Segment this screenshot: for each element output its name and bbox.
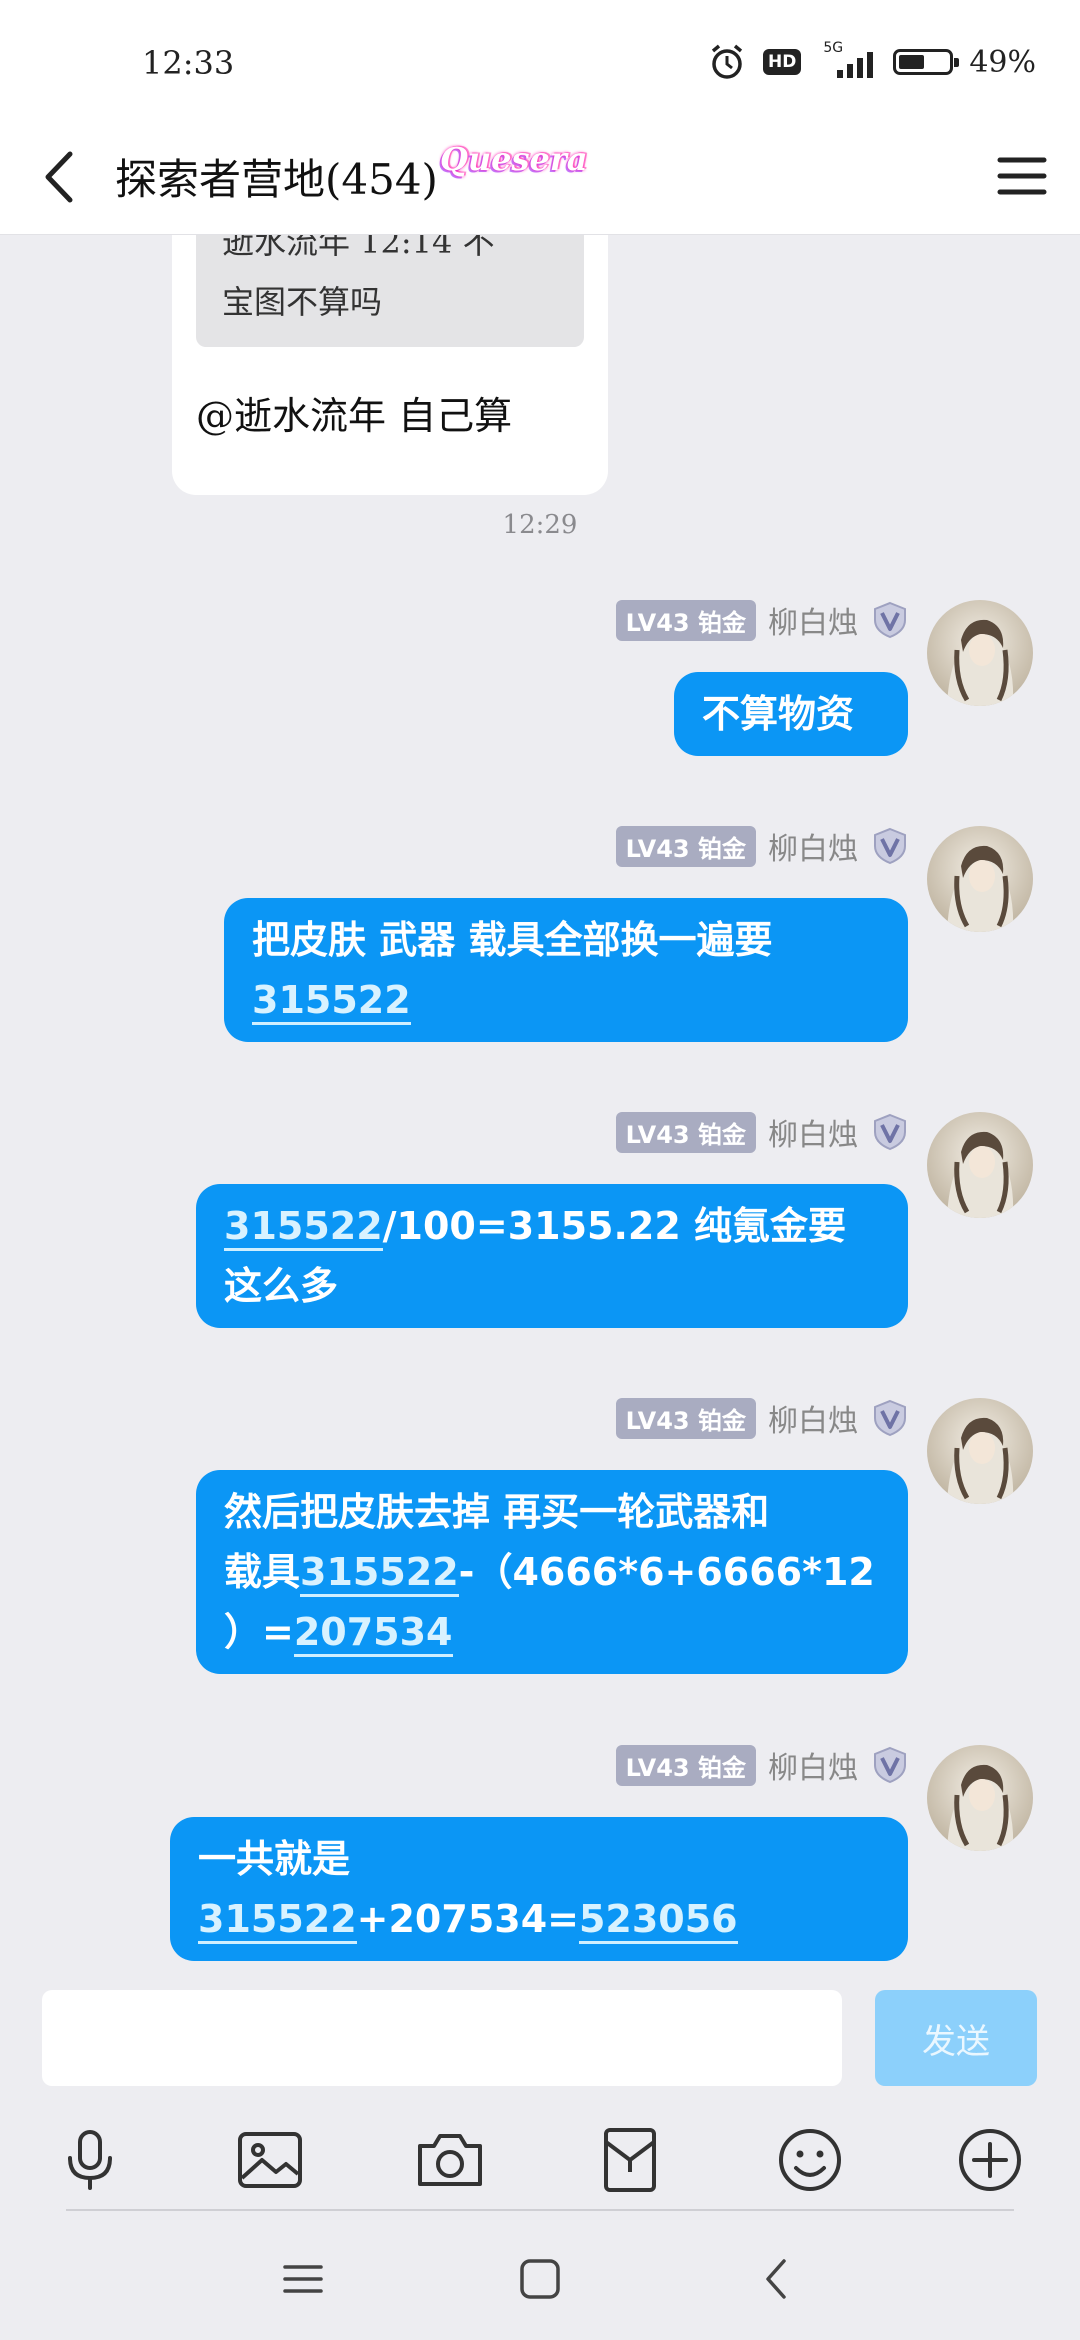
- avatar[interactable]: [927, 1398, 1033, 1504]
- battery-icon: [893, 49, 960, 75]
- message-text: 然后把皮肤去掉 再买一轮武器和: [224, 1490, 770, 1534]
- level-badge: LV43 铂金: [615, 1397, 756, 1439]
- message-input[interactable]: [42, 1990, 842, 2086]
- message-text: 一共就是: [198, 1837, 351, 1881]
- camera-icon[interactable]: [414, 2124, 486, 2196]
- signal-icon: 5G: [817, 40, 877, 78]
- outgoing-message-bubble[interactable]: 然后把皮肤去掉 再买一轮武器和 载具315522-（4666*6+6666*12 ）…: [196, 1470, 908, 1674]
- sender-meta: LV43 铂金 柳白烛: [615, 1396, 910, 1440]
- sender-meta: LV43 铂金 柳白烛: [615, 1743, 910, 1787]
- message-text: -（4666*6+6666*12: [458, 1550, 875, 1594]
- system-nav-bar: [0, 2211, 1080, 2340]
- level-badge: LV43 铂金: [615, 599, 756, 641]
- image-icon[interactable]: [234, 2124, 306, 2196]
- outgoing-message-bubble[interactable]: 315522/100=3155.22 纯氪金要 这么多: [196, 1184, 908, 1328]
- status-icons: HD 5G 49%: [707, 40, 1036, 82]
- avatar[interactable]: [927, 1112, 1033, 1218]
- input-bar: 发送: [0, 1972, 1080, 2110]
- sender-name[interactable]: 柳白烛: [768, 598, 858, 642]
- outgoing-message-bubble[interactable]: 把皮肤 武器 载具全部换一遍要 315522: [224, 898, 908, 1042]
- quoted-message[interactable]: 逝水流年 12:14 不 宝图不算吗: [196, 235, 584, 347]
- send-button[interactable]: 发送: [875, 1990, 1037, 2086]
- vip-shield-icon: [870, 1398, 910, 1438]
- outgoing-message-bubble[interactable]: 不算物资: [674, 672, 908, 756]
- incoming-message[interactable]: 逝水流年 12:14 不 宝图不算吗 @逝水流年 自己算: [172, 235, 608, 495]
- red-packet-icon[interactable]: [594, 2124, 666, 2196]
- message-text: 把皮肤 武器 载具全部换一遍要: [252, 918, 773, 962]
- number-link[interactable]: 523056: [578, 1897, 738, 1944]
- sender-name[interactable]: 柳白烛: [768, 1396, 858, 1440]
- outgoing-message-bubble[interactable]: 一共就是 315522+207534=523056: [170, 1817, 908, 1961]
- avatar[interactable]: [927, 600, 1033, 706]
- status-time: 12:33: [142, 44, 235, 82]
- back-button[interactable]: [30, 142, 90, 212]
- battery-percent: 49%: [969, 44, 1036, 80]
- level-badge: LV43 铂金: [615, 1744, 756, 1786]
- number-link[interactable]: 315522: [300, 1550, 459, 1597]
- sender-meta: LV43 铂金 柳白烛: [615, 598, 910, 642]
- chat-area[interactable]: 逝水流年 12:14 不 宝图不算吗 @逝水流年 自己算 12:29 LV43 …: [0, 235, 1080, 1970]
- message-text: /100=3155.22 纯氪金要: [382, 1204, 847, 1248]
- menu-button[interactable]: [994, 148, 1050, 204]
- message-text: 载具: [224, 1550, 301, 1594]
- status-bar: 12:33 HD 5G 49%: [0, 0, 1080, 120]
- quote-header: 逝水流年 12:14 不: [222, 235, 495, 261]
- message-text: 不算物资: [702, 692, 855, 736]
- home-icon[interactable]: [510, 2249, 570, 2309]
- back-nav-icon[interactable]: [748, 2249, 808, 2309]
- level-badge: LV43 铂金: [615, 1111, 756, 1153]
- message-text: @逝水流年 自己算: [196, 394, 513, 438]
- sender-meta: LV43 铂金 柳白烛: [615, 824, 910, 868]
- chat-header: 探索者营地(454) Quesera: [0, 120, 1080, 235]
- recent-apps-icon[interactable]: [273, 2249, 333, 2309]
- vip-shield-icon: [870, 1745, 910, 1785]
- sender-name[interactable]: 柳白烛: [768, 1743, 858, 1787]
- avatar[interactable]: [927, 826, 1033, 932]
- message-text: ）=: [224, 1610, 294, 1654]
- vip-shield-icon: [870, 826, 910, 866]
- message-text: +207534=: [356, 1897, 579, 1941]
- quote-text: 宝图不算吗: [222, 283, 383, 321]
- hd-icon: HD: [762, 49, 802, 75]
- emoji-icon[interactable]: [774, 2124, 846, 2196]
- message-text: 这么多: [224, 1264, 339, 1308]
- vip-shield-icon: [870, 600, 910, 640]
- avatar[interactable]: [927, 1745, 1033, 1851]
- sender-meta: LV43 铂金 柳白烛: [615, 1110, 910, 1154]
- sender-name[interactable]: 柳白烛: [768, 1110, 858, 1154]
- number-link[interactable]: 315522: [198, 1897, 357, 1944]
- sender-name[interactable]: 柳白烛: [768, 824, 858, 868]
- alarm-icon: [711, 44, 743, 79]
- number-link[interactable]: 207534: [293, 1610, 453, 1657]
- number-link[interactable]: 315522: [224, 1204, 383, 1251]
- group-title: 探索者营地(454): [115, 155, 438, 204]
- timestamp: 12:29: [502, 510, 578, 540]
- plus-icon[interactable]: [954, 2124, 1026, 2196]
- vip-shield-icon: [870, 1112, 910, 1152]
- toolbar: [0, 2110, 1080, 2210]
- level-badge: LV43 铂金: [615, 825, 756, 867]
- microphone-icon[interactable]: [54, 2124, 126, 2196]
- group-badge: Quesera: [440, 140, 588, 178]
- number-link[interactable]: 315522: [252, 978, 411, 1025]
